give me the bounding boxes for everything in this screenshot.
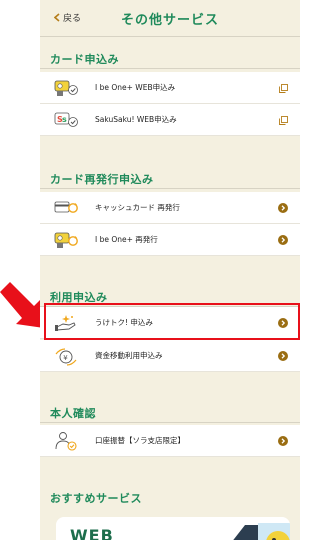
list-item-label: 資金移動利用申込み	[95, 351, 163, 360]
chevron-right-icon	[278, 203, 288, 213]
person-check-icon	[55, 432, 77, 451]
list-item-label: キャッシュカード 再発行	[95, 203, 180, 212]
list-item-fund-transfer[interactable]: ¥ 資金移動利用申込み	[40, 340, 300, 372]
recommended-banner[interactable]: WEB	[56, 517, 290, 540]
cash-card-reissue-icon	[54, 201, 78, 213]
svg-text:¥: ¥	[63, 354, 68, 362]
list-item-label: I be One+ 再発行	[95, 235, 158, 244]
list-item-sakusaku-web[interactable]: S s SakuSaku! WEB申込み	[40, 104, 300, 136]
chevron-right-icon	[278, 351, 288, 361]
list-item-ibeone-web[interactable]: I be One+ WEB申込み	[40, 72, 300, 104]
section-title-card-reissue: カード再発行申込み	[50, 173, 154, 186]
list-item-label: 口座振替【ソラ支店限定】	[95, 436, 185, 445]
list-item-account-transfer[interactable]: 口座振替【ソラ支店限定】	[40, 425, 300, 457]
list-item-label: SakuSaku! WEB申込み	[95, 115, 177, 124]
banner-illustration-icon	[233, 523, 290, 540]
money-transfer-icon: ¥	[55, 348, 77, 366]
list-item-ibeone-reissue[interactable]: I be One+ 再発行	[40, 224, 300, 256]
chevron-right-icon	[278, 235, 288, 245]
list-item-uketoku[interactable]: うけトク! 申込み	[40, 307, 300, 339]
svg-text:s: s	[62, 115, 67, 124]
section-title-card-application: カード申込み	[50, 53, 119, 66]
list-item-label: うけトク! 申込み	[95, 318, 153, 327]
list-item-cash-card-reissue[interactable]: キャッシュカード 再発行	[40, 192, 300, 224]
section-title-usage-application: 利用申込み	[50, 291, 108, 304]
divider	[40, 422, 300, 423]
divider	[40, 68, 300, 69]
external-link-icon	[279, 84, 288, 93]
divider	[40, 188, 300, 189]
banner-text: WEB	[70, 526, 114, 540]
section-title-recommended-services: おすすめサービス	[50, 492, 142, 505]
list-item-label: I be One+ WEB申込み	[95, 83, 176, 92]
page-title: その他サービス	[120, 13, 219, 28]
mascot-card-reissue-icon	[54, 232, 78, 248]
external-link-icon	[279, 116, 288, 125]
chevron-right-icon	[278, 318, 288, 328]
card-mascot-check-icon	[54, 80, 78, 96]
phone-screen: 戻る その他サービス カード申込み I be One+ WEB申込み S s S…	[40, 0, 300, 540]
chevron-right-icon	[278, 436, 288, 446]
saku-card-check-icon: S s	[54, 112, 78, 127]
section-title-identity-verification: 本人確認	[50, 407, 96, 420]
hand-sparkle-icon	[55, 315, 76, 331]
header: 戻る その他サービス	[40, 0, 300, 37]
